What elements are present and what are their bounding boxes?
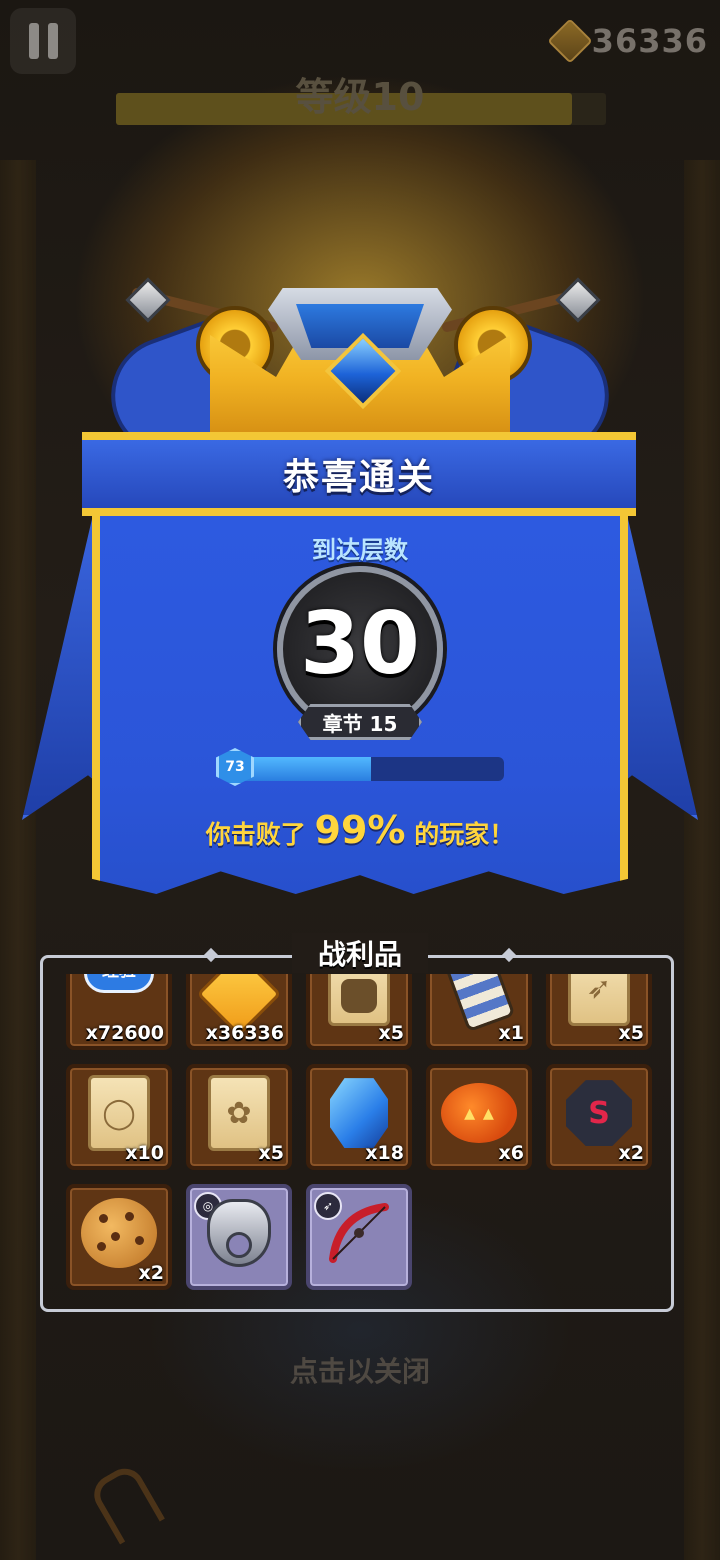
item-count: x18 — [365, 1142, 404, 1164]
floor-label: 到达层数 — [312, 536, 408, 564]
chapter-tag: 章节 15 — [298, 704, 422, 740]
item-count: x2 — [138, 1262, 164, 1284]
cookie-icon — [81, 1198, 157, 1269]
loot-item-bracer[interactable]: x1 — [426, 974, 532, 1050]
pumpkin-icon: ▴ ▴ — [441, 1083, 517, 1144]
loot-item-pet-scroll[interactable]: ✿ x5 — [186, 1064, 292, 1170]
defeat-percent: 99% — [314, 808, 406, 852]
ring-scroll-icon: ◯ — [88, 1075, 150, 1152]
wolf-ring-icon — [207, 1199, 271, 1268]
loot-item-red-bow[interactable]: ➶ — [306, 1184, 412, 1290]
currency-display: 36336 — [547, 18, 708, 64]
pause-button[interactable] — [10, 8, 76, 74]
loot-title: 战利品 — [291, 933, 428, 973]
bow-scroll-icon: ➶ — [568, 974, 630, 1026]
blue-gem-icon — [330, 1078, 388, 1149]
level-title: 等级10 — [295, 75, 425, 119]
xp-badge-icon: 经验 — [84, 974, 154, 993]
progress-bar — [226, 757, 504, 781]
item-count: x1 — [498, 1022, 524, 1044]
defeat-suffix: 的玩家！ — [414, 820, 515, 849]
item-count: x10 — [125, 1142, 164, 1164]
item-count: x5 — [378, 1022, 404, 1044]
gem-currency-icon — [547, 18, 593, 64]
result-title: 恭喜通关 — [282, 457, 435, 498]
loot-item-dark-stone[interactable]: S x2 — [546, 1064, 652, 1170]
item-count: x5 — [258, 1142, 284, 1164]
item-count: x6 — [498, 1142, 524, 1164]
red-bow-icon — [329, 1203, 389, 1264]
loot-item-cookie[interactable]: x2 — [66, 1184, 172, 1290]
tap-to-close-hint[interactable]: 点击以关闭 — [0, 1350, 720, 1390]
loot-item-gold[interactable]: x36336 — [186, 974, 292, 1050]
pause-icon — [28, 23, 39, 59]
item-count: x72600 — [85, 1022, 164, 1044]
currency-value: 36336 — [591, 22, 708, 60]
dark-stone-icon: S — [566, 1080, 632, 1147]
loot-item-blue-gem[interactable]: x18 — [306, 1064, 412, 1170]
result-header: 恭喜通关 — [82, 432, 636, 516]
pet-scroll-icon: ✿ — [208, 1075, 270, 1152]
defeat-prefix: 你击败了 — [205, 820, 306, 849]
loot-item-wolf-ring[interactable]: ◎ — [186, 1184, 292, 1290]
loot-grid: 经验 x72600 x36336 x5 x1 ➶ x5 ◯ x10 ✿ x5 x… — [60, 974, 660, 1294]
item-count: x5 — [618, 1022, 644, 1044]
item-count: x36336 — [205, 1022, 284, 1044]
floor-number: 30 — [300, 594, 420, 694]
loot-item-ring-scroll[interactable]: ◯ x10 — [66, 1064, 172, 1170]
defeat-message: 你击败了 99% 的玩家！ — [0, 808, 720, 852]
item-count: x2 — [618, 1142, 644, 1164]
armor-scroll-icon — [328, 974, 390, 1026]
loot-item-pumpkin[interactable]: ▴ ▴ x6 — [426, 1064, 532, 1170]
loot-item-bow-scroll[interactable]: ➶ x5 — [546, 974, 652, 1050]
loot-item-armor-scroll[interactable]: x5 — [306, 974, 412, 1050]
loot-item-xp[interactable]: 经验 x72600 — [66, 974, 172, 1050]
